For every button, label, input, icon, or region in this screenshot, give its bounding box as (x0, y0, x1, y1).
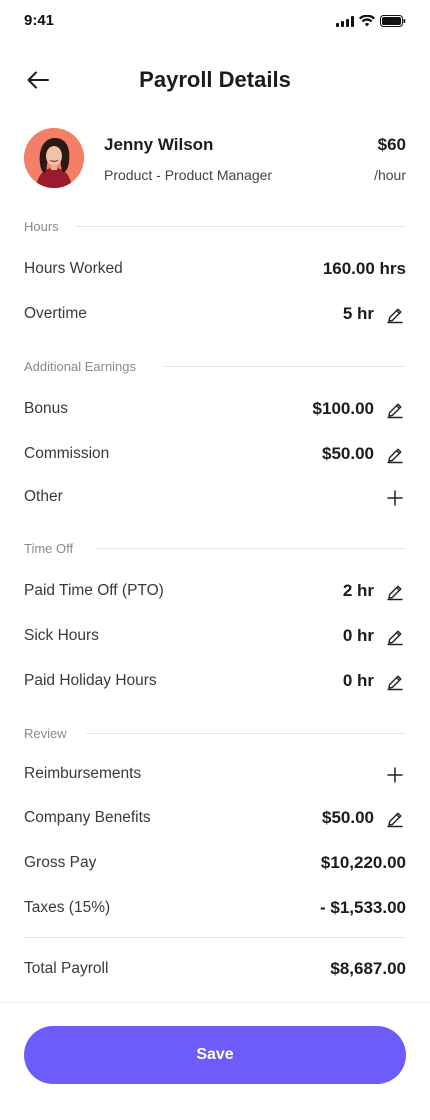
section-divider (86, 733, 406, 734)
header: Payroll Details (0, 55, 430, 105)
row-label: Other (24, 488, 63, 505)
row-label: Sick Hours (24, 627, 99, 644)
section-label-additional-earnings: Additional Earnings (24, 359, 149, 374)
row-taxes: Taxes (15%) - $1,533.00 (24, 895, 406, 923)
row-company-benefits: Company Benefits $50.00 (24, 805, 406, 833)
add-reimbursement-button[interactable] (384, 764, 406, 786)
section-divider (164, 366, 406, 367)
page-title: Payroll Details (139, 67, 291, 92)
row-commission: Commission $50.00 (24, 441, 406, 469)
row-label: Hours Worked (24, 260, 123, 277)
save-button[interactable]: Save (24, 1026, 406, 1084)
status-time: 9:41 (24, 12, 55, 29)
edit-bonus-button[interactable] (384, 399, 406, 421)
row-value: $50.00 (322, 808, 374, 827)
row-value: 0 hr (342, 626, 374, 645)
employee-name: Jenny Wilson (104, 135, 214, 154)
row-other: Other (24, 484, 406, 512)
total-divider (24, 937, 406, 938)
row-value: - $1,533.00 (319, 898, 406, 917)
row-label: Overtime (24, 305, 87, 322)
row-label: Taxes (15%) (24, 899, 111, 916)
edit-benefits-button[interactable] (384, 808, 406, 830)
section-label-review: Review (24, 726, 79, 741)
row-reimbursements: Reimbursements (24, 761, 406, 789)
pencil-icon (387, 585, 403, 601)
cellular-signal-icon (336, 15, 354, 27)
row-value: $50.00 (322, 444, 374, 463)
edit-pto-button[interactable] (384, 581, 406, 603)
pencil-icon (387, 812, 403, 828)
status-icons (336, 15, 406, 27)
employee-rate-unit: /hour (374, 167, 406, 183)
row-value: 5 hr (342, 304, 374, 323)
pencil-icon (387, 630, 403, 646)
pencil-icon (387, 448, 403, 464)
edit-commission-button[interactable] (384, 444, 406, 466)
row-value: 160.00 hrs (322, 259, 406, 278)
section-divider (76, 226, 406, 227)
edit-holiday-hours-button[interactable] (384, 671, 406, 693)
edit-sick-hours-button[interactable] (384, 626, 406, 648)
employee-rate: $60 (377, 135, 406, 154)
plus-icon (387, 767, 403, 783)
row-sick-hours: Sick Hours 0 hr (24, 623, 406, 651)
status-bar: 9:41 (0, 0, 430, 44)
row-label: Paid Time Off (PTO) (24, 582, 164, 599)
row-value: 0 hr (342, 671, 374, 690)
row-label: Commission (24, 445, 110, 462)
row-label: Paid Holiday Hours (24, 672, 157, 689)
row-total-payroll: Total Payroll $8,687.00 (24, 956, 406, 984)
pencil-icon (387, 403, 403, 419)
row-gross-pay: Gross Pay $10,220.00 (24, 850, 406, 878)
add-other-button[interactable] (384, 487, 406, 509)
row-overtime: Overtime 5 hr (24, 301, 406, 329)
section-label-time-off: Time Off (24, 541, 86, 556)
row-holiday-hours: Paid Holiday Hours 0 hr (24, 668, 406, 696)
row-hours-worked: Hours Worked 160.00 hrs (24, 256, 406, 284)
plus-icon (387, 490, 403, 506)
row-value: $10,220.00 (320, 853, 406, 872)
row-pto: Paid Time Off (PTO) 2 hr (24, 578, 406, 606)
section-divider (96, 548, 406, 549)
avatar (24, 128, 84, 188)
section-label-hours: Hours (24, 219, 71, 234)
payroll-details-screen: 9:41 Payroll Details Jenny Wilson Produc… (0, 0, 430, 1120)
row-value: 2 hr (342, 581, 374, 600)
pencil-icon (387, 308, 403, 324)
pencil-icon (387, 675, 403, 691)
row-label: Bonus (24, 400, 68, 417)
row-value: $8,687.00 (330, 959, 406, 978)
employee-card: Jenny Wilson Product - Product Manager $… (24, 128, 406, 188)
row-label: Company Benefits (24, 809, 151, 826)
footer-divider (0, 1002, 430, 1003)
row-label: Reimbursements (24, 765, 142, 782)
row-label: Total Payroll (24, 960, 109, 977)
row-bonus: Bonus $100.00 (24, 396, 406, 424)
row-value: $100.00 (312, 399, 374, 418)
battery-icon (380, 15, 406, 27)
employee-role: Product - Product Manager (104, 167, 273, 183)
row-label: Gross Pay (24, 854, 97, 871)
wifi-icon (359, 15, 375, 27)
edit-overtime-button[interactable] (384, 304, 406, 326)
